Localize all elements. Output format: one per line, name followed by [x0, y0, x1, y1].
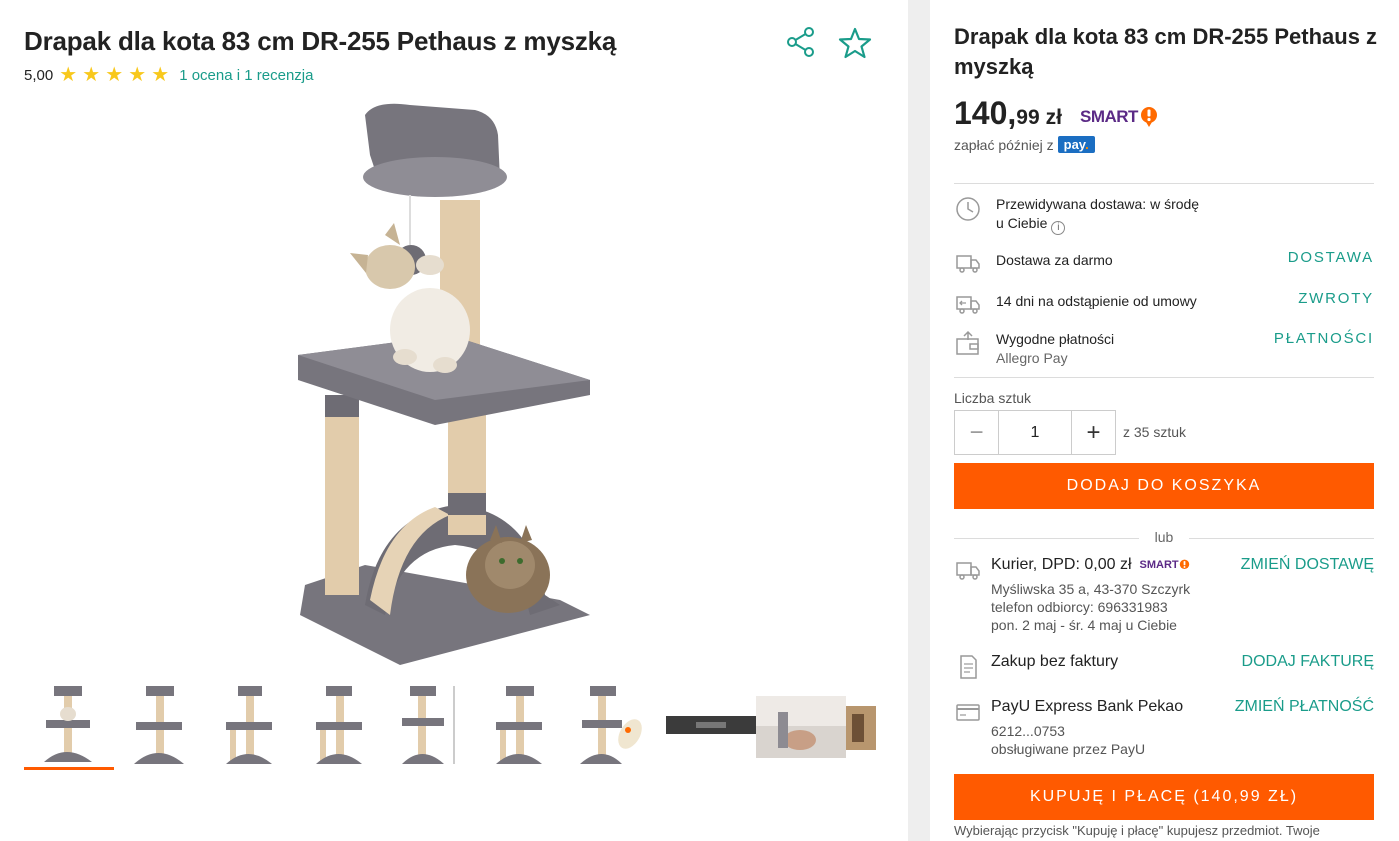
share-icon — [787, 27, 814, 57]
free-delivery-row: Dostawa za darmo DOSTAWA — [954, 249, 1374, 277]
thumbnail[interactable] — [564, 678, 654, 770]
quantity-increase-button[interactable]: + — [1071, 410, 1116, 455]
price: 140, 99 zł — [954, 95, 1062, 132]
or-text: lub — [1154, 529, 1174, 545]
shipping-option: Kurier, DPD: 0,00 zł SMART ZMIEŃ DOSTAWĘ… — [954, 556, 1374, 636]
rating-stars: ★ ★ ★ ★ ★ — [59, 65, 173, 85]
thumbnail[interactable] — [114, 678, 204, 770]
divider — [954, 377, 1374, 378]
product-main-image[interactable] — [270, 95, 620, 675]
smart-mini-label: SMART — [1139, 559, 1179, 571]
quantity-stepper: − 1 + — [954, 410, 1116, 455]
pane-divider — [908, 0, 930, 841]
reviews-link[interactable]: 1 ocena i 1 recenzja — [179, 67, 313, 84]
payments-link[interactable]: PŁATNOŚCI — [1274, 330, 1374, 347]
payment-method-text: PayU Express Bank Pekao — [991, 698, 1184, 715]
pay-later: zapłać później z pay. — [954, 136, 1095, 153]
buy-now-button[interactable]: KUPUJĘ I PŁACĘ (140,99 ZŁ) — [954, 774, 1374, 820]
star-icon: ★ — [151, 64, 170, 86]
star-icon: ★ — [59, 64, 78, 86]
truck-icon — [956, 562, 980, 580]
price-integer: 140, — [954, 95, 1017, 131]
share-button[interactable] — [785, 26, 817, 58]
allegro-pay-badge[interactable]: pay. — [1057, 136, 1095, 153]
thumbnail[interactable] — [24, 678, 114, 770]
payments-sub: Allegro Pay — [996, 350, 1068, 366]
thumbnail[interactable] — [294, 678, 384, 770]
thumbnail[interactable] — [654, 678, 756, 770]
panel-product-title: Drapak dla kota 83 cm DR-255 Pethaus z m… — [954, 24, 1378, 79]
thumbnail[interactable] — [474, 678, 564, 770]
pay-later-text: zapłać później z — [954, 136, 1054, 153]
divider — [954, 183, 1374, 184]
quantity-label: Liczba sztuk — [954, 390, 1032, 406]
returns-text: 14 dni na odstąpienie od umowy — [996, 293, 1197, 309]
courier-text: Kurier, DPD: 0,00 zł — [991, 556, 1132, 573]
invoice-option: Zakup bez faktury DODAJ FAKTURĘ — [954, 653, 1374, 683]
star-icon: ★ — [105, 64, 124, 86]
served-by-text: obsługiwane przez PayU — [991, 741, 1146, 757]
delivery-estimate-row: Przewidywana dostawa: w środę u Ciebie i — [954, 195, 1374, 235]
page: Drapak dla kota 83 cm DR-255 Pethaus z m… — [0, 0, 1399, 841]
smart-mini-badge: SMART — [1140, 559, 1190, 572]
quantity-decrease-button[interactable]: − — [954, 410, 999, 455]
purchase-panel: Drapak dla kota 83 cm DR-255 Pethaus z m… — [930, 0, 1399, 841]
rating-summary: 5,00 ★ ★ ★ ★ ★ 1 ocena i 1 recenzja — [24, 65, 313, 85]
star-outline-icon — [838, 27, 872, 59]
delivery-estimate-text-2: u Ciebie — [996, 215, 1048, 231]
separator-line — [1189, 538, 1374, 539]
price-decimal: 99 — [1016, 106, 1040, 129]
thumbnail[interactable] — [384, 678, 474, 770]
clock-icon — [956, 197, 980, 221]
return-truck-icon — [956, 296, 980, 314]
invoice-text: Zakup bez faktury — [991, 653, 1119, 670]
star-icon: ★ — [82, 64, 101, 86]
quantity-available: z 35 sztuk — [1123, 424, 1187, 440]
wallet-icon — [956, 330, 979, 355]
thumbnail[interactable] — [744, 678, 846, 770]
add-invoice-link[interactable]: DODAJ FAKTURĘ — [1242, 653, 1374, 671]
quantity-input[interactable]: 1 — [999, 410, 1071, 455]
shipping-address: Myśliwska 35 a, 43-370 Szczyrk — [991, 581, 1191, 597]
purchase-disclaimer: Wybierając przycisk "Kupuję i płacę" kup… — [954, 823, 1320, 838]
document-icon — [960, 655, 977, 679]
free-delivery-text: Dostawa za darmo — [996, 252, 1113, 268]
rating-score: 5,00 — [24, 66, 54, 84]
delivery-link[interactable]: DOSTAWA — [1288, 249, 1374, 266]
price-currency: zł — [1045, 106, 1062, 129]
or-separator: lub — [954, 528, 1374, 548]
smart-badge: SMART — [1080, 106, 1158, 128]
smart-label: SMART — [1080, 107, 1138, 126]
thumbnail[interactable] — [834, 678, 876, 770]
truck-icon — [956, 255, 980, 273]
change-delivery-link[interactable]: ZMIEŃ DOSTAWĘ — [1241, 556, 1374, 574]
returns-row: 14 dni na odstąpienie od umowy ZWROTY — [954, 290, 1374, 318]
smart-bang-icon — [1140, 107, 1157, 127]
credit-card-icon — [956, 704, 980, 721]
pay-badge-label: pay — [1063, 137, 1086, 152]
card-number: 6212...0753 — [991, 723, 1065, 739]
add-to-cart-button[interactable]: DODAJ DO KOSZYKA — [954, 463, 1374, 509]
delivery-eta: pon. 2 maj - śr. 4 maj u Ciebie — [991, 617, 1177, 633]
delivery-estimate-text: Przewidywana dostawa: w środę — [996, 196, 1200, 212]
change-payment-link[interactable]: ZMIEŃ PŁATNOŚĆ — [1235, 698, 1374, 716]
returns-link[interactable]: ZWROTY — [1298, 290, 1374, 307]
info-icon[interactable]: i — [1051, 221, 1066, 235]
thumbnail-strip — [24, 678, 876, 770]
star-icon: ★ — [128, 64, 147, 86]
product-gallery-pane: Drapak dla kota 83 cm DR-255 Pethaus z m… — [0, 0, 908, 841]
payments-text: Wygodne płatności — [996, 331, 1115, 347]
smart-bang-icon — [1179, 559, 1189, 569]
payment-option: PayU Express Bank Pekao ZMIEŃ PŁATNOŚĆ 6… — [954, 698, 1374, 758]
favorite-button[interactable] — [838, 26, 872, 60]
thumbnail[interactable] — [204, 678, 294, 770]
recipient-phone: telefon odbiorcy: 696331983 — [991, 599, 1168, 615]
product-title: Drapak dla kota 83 cm DR-255 Pethaus z m… — [24, 26, 617, 56]
payments-row: Wygodne płatności Allegro Pay PŁATNOŚCI — [954, 330, 1374, 368]
